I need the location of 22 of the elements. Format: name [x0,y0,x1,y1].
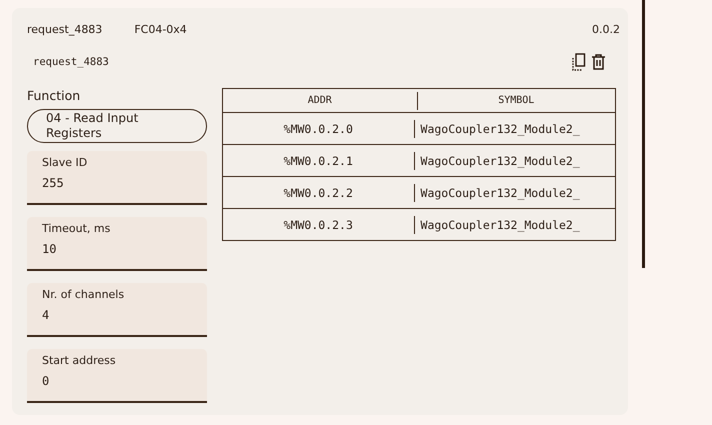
function-label: Function [27,88,82,103]
table-cell: %MW0.0.2.3 [284,218,353,232]
table-cell: WagoCoupler132_Module2_ [420,186,580,200]
request-title: request_4883 [33,56,109,68]
table-cell: WagoCoupler132_Module2_ [420,122,580,136]
table-cell: %MW0.0.2.1 [284,154,353,168]
table-cell: WagoCoupler132_Module2_ [420,154,580,168]
column-header: ADDR [308,95,332,106]
copy-icon[interactable] [571,53,586,72]
table-cell: %MW0.0.2.2 [284,186,353,200]
input-field[interactable]: Nr. of channels 4 [27,283,207,337]
input-field[interactable]: Slave ID 255 [27,151,207,205]
function-select[interactable]: 04 - Read Input Registers [27,109,207,143]
trash-icon[interactable] [591,53,606,72]
version-text: 0.0.2 [592,22,620,36]
input-field[interactable]: Start address 0 [27,349,207,403]
table-cell: %MW0.0.2.0 [284,122,353,136]
column-header: SYMBOL [498,95,534,106]
function-code: FC04-0x4 [134,22,187,36]
table-cell: WagoCoupler132_Module2_ [420,218,580,232]
input-field[interactable]: Timeout, ms 10 [27,217,207,271]
request-name: request_4883 [27,22,102,36]
